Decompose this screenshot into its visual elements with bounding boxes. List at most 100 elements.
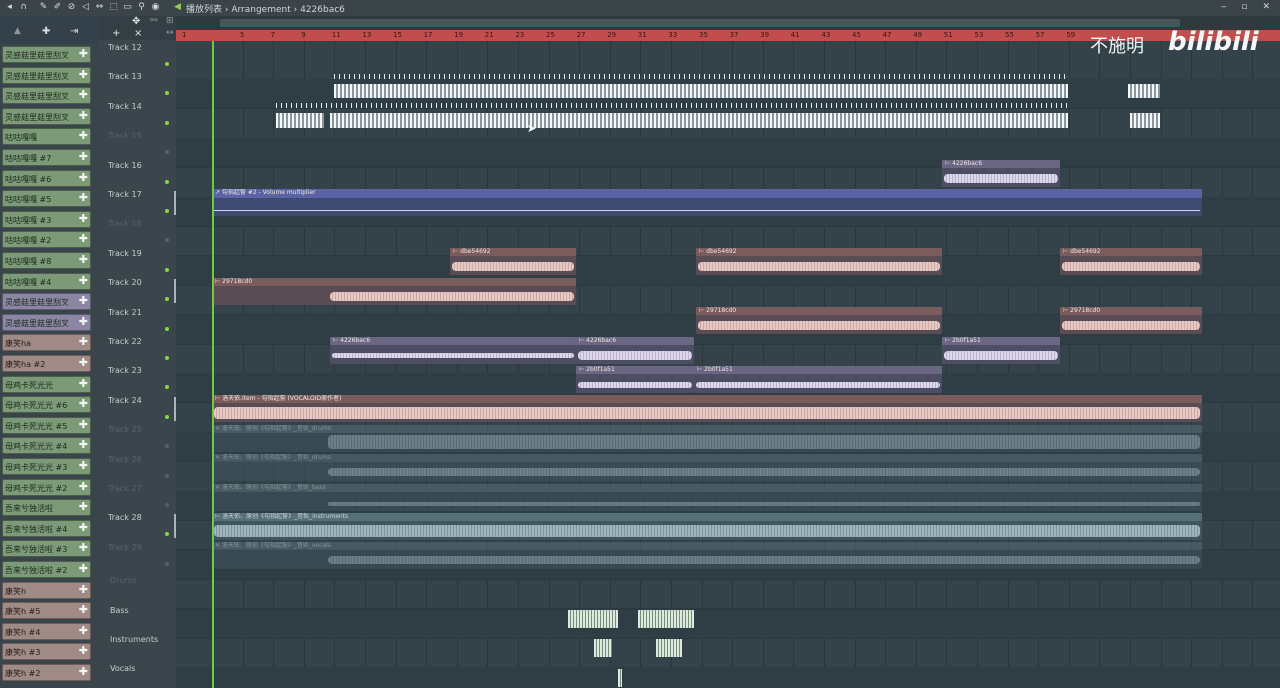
channel-button[interactable]: 灵感菇里菇里刮叉 ✚: [2, 46, 91, 63]
track-mute-led[interactable]: [165, 532, 169, 537]
track-mute-led[interactable]: [165, 385, 169, 390]
add-channel-icon[interactable]: ✚: [79, 377, 88, 390]
channel-button[interactable]: 咕咕嘎嘎 #2 ✚: [2, 231, 91, 249]
audio-clip[interactable]: ⊢ dbe54692: [696, 248, 942, 275]
add-channel-icon[interactable]: ✚: [79, 336, 88, 348]
track-label[interactable]: Track 19: [108, 249, 142, 258]
add-channel-icon[interactable]: ✚: [79, 89, 88, 101]
track-mute-led[interactable]: [165, 120, 169, 125]
track-mute-led[interactable]: [165, 297, 169, 302]
pattern-clip[interactable]: [1128, 84, 1160, 98]
add-channel-icon[interactable]: ✚: [79, 480, 88, 493]
pattern-track-label[interactable]: Bass: [110, 606, 129, 615]
add-channel-icon[interactable]: ✚: [79, 542, 88, 554]
slip-icon[interactable]: ⇔: [94, 2, 105, 13]
add-channel-icon[interactable]: ✚: [79, 192, 88, 204]
add-channel-icon[interactable]: ✚: [79, 295, 88, 307]
channel-button[interactable]: 灵感菇里菇里刮叉 ✚: [2, 87, 91, 105]
audio-clip[interactable]: ✕ 洛天依、原创《勾指起誓》_音轨_drums: [212, 425, 1202, 452]
track-mute-led[interactable]: [165, 267, 169, 272]
channel-button[interactable]: 咕咕嘎嘎 #3 ✚: [2, 210, 91, 228]
channel-button[interactable]: 灵感菇里菇里刮叉 ✚: [2, 66, 91, 84]
pattern-clip-notes[interactable]: [276, 103, 1068, 108]
channel-button[interactable]: 灵感菇里菇里刮叉 ✚: [2, 107, 91, 125]
audio-clip[interactable]: ⊢ 2b0f1a51: [942, 337, 1060, 364]
channel-button[interactable]: 咕咕嘎嘎 #8 ✚: [2, 252, 91, 269]
track-mute-led[interactable]: [165, 561, 169, 566]
delete-icon[interactable]: ⊘: [66, 2, 77, 13]
add-channel-icon[interactable]: ✚: [79, 583, 88, 596]
pattern-clip[interactable]: [638, 610, 694, 628]
channel-button[interactable]: 咕咕嘎嘎 #5 ✚: [2, 190, 91, 208]
channel-button[interactable]: 吾来兮独活啦 #3 ✚: [2, 540, 91, 558]
add-channel-icon[interactable]: ✚: [79, 274, 88, 287]
track-label[interactable]: Track 23: [108, 366, 142, 375]
audio-clip[interactable]: ⊢ dbe54692: [450, 248, 576, 275]
add-channel-icon[interactable]: ✚: [79, 666, 88, 678]
channel-button[interactable]: 吾来兮独活啦 ✚: [2, 499, 91, 517]
track-mute-led[interactable]: [165, 238, 169, 243]
pencil-icon[interactable]: ✎: [38, 2, 49, 13]
add-channel-icon[interactable]: ✚: [79, 254, 88, 266]
audio-clip[interactable]: ⊢ 2b0f1a51: [694, 366, 942, 393]
track-label[interactable]: Track 25: [108, 425, 142, 434]
channel-button[interactable]: 咕咕嘎嘎 #4 ✚: [2, 272, 91, 290]
track-label[interactable]: Track 28: [108, 513, 142, 522]
add-channel-icon[interactable]: ✚: [79, 645, 88, 657]
playback-icon[interactable]: ◉: [150, 2, 161, 13]
audio-clip[interactable]: ⊢ 2b0f1a51: [576, 366, 694, 393]
channel-button[interactable]: 吾来兮独活啦 #4 ✚: [2, 519, 91, 537]
add-channel-icon[interactable]: ✚: [79, 68, 88, 81]
add-track-icon[interactable]: +: [112, 28, 120, 39]
track-row[interactable]: [176, 638, 1280, 668]
horizontal-scrollbar[interactable]: [176, 16, 1280, 30]
audio-clip[interactable]: ⊢ 29718cd0: [1060, 307, 1202, 334]
channel-button[interactable]: 康笑h #2 ✚: [2, 664, 91, 681]
track-mute-led[interactable]: [165, 356, 169, 360]
speaker-icon[interactable]: ◀: [172, 2, 183, 13]
add-channel-icon[interactable]: ✚: [79, 233, 88, 245]
channel-button[interactable]: 吾来兮独活啦 #2 ✚: [2, 561, 91, 578]
channel-button[interactable]: 康笑h ✚: [2, 581, 91, 599]
add-channel-icon[interactable]: ✚: [79, 521, 88, 534]
audio-clip[interactable]: ⊢ 29718cd0: [212, 278, 576, 305]
arrow-up-icon[interactable]: ▲: [14, 26, 21, 36]
channel-button[interactable]: 咕咕嘎嘎 ✚: [2, 128, 91, 146]
audio-clip[interactable]: ⊢ 4226bac6: [330, 337, 576, 364]
add-channel-icon[interactable]: ✚: [79, 171, 88, 184]
snap-icon[interactable]: ⇥: [70, 26, 78, 37]
add-channel-icon[interactable]: ✚: [79, 418, 88, 431]
track-mute-led[interactable]: [165, 62, 169, 66]
track-row[interactable]: [176, 667, 1280, 688]
pattern-clip[interactable]: [594, 639, 612, 657]
channel-button[interactable]: 母鸡卡死光光 #4 ✚: [2, 437, 91, 455]
track-label[interactable]: Track 16: [108, 161, 142, 170]
pattern-track-label[interactable]: Vocals: [110, 664, 135, 673]
add-channel-icon[interactable]: ✚: [79, 501, 88, 513]
add-channel-icon[interactable]: ✚: [79, 439, 88, 451]
track-label[interactable]: Track 20: [108, 278, 142, 287]
channel-button[interactable]: 康笑ha ✚: [2, 334, 91, 352]
add-channel-icon[interactable]: ✚: [79, 398, 88, 410]
pattern-clip[interactable]: [276, 113, 324, 128]
track-mute-led[interactable]: [165, 179, 169, 184]
track-mute-led[interactable]: [165, 326, 169, 331]
track-label[interactable]: Track 24: [108, 396, 142, 405]
track-row[interactable]: [176, 608, 1280, 639]
pattern-clip[interactable]: [618, 669, 622, 687]
add-icon[interactable]: ✚: [42, 26, 50, 37]
track-mute-led[interactable]: [165, 91, 169, 96]
audio-clip[interactable]: ⊢ dbe54692: [1060, 248, 1202, 275]
pattern-clip-notes[interactable]: [334, 74, 1068, 79]
magnet-icon[interactable]: ∩: [18, 2, 29, 13]
menu-arrow-icon[interactable]: ◂: [4, 2, 15, 13]
window-controls[interactable]: ‒ ▫ ✕: [1221, 2, 1276, 12]
track-label[interactable]: Track 26: [108, 455, 142, 464]
channel-button[interactable]: 母鸡卡死光光 #5 ✚: [2, 416, 91, 434]
channel-button[interactable]: 康笑ha #2 ✚: [2, 355, 91, 372]
pattern-clip[interactable]: [656, 639, 682, 657]
audio-clip[interactable]: ⊢ 29718cd0: [696, 307, 942, 334]
pattern-clip[interactable]: [334, 84, 1068, 98]
scroll-thumb[interactable]: [220, 19, 1180, 27]
zoom-icon[interactable]: ⚲: [136, 2, 147, 13]
